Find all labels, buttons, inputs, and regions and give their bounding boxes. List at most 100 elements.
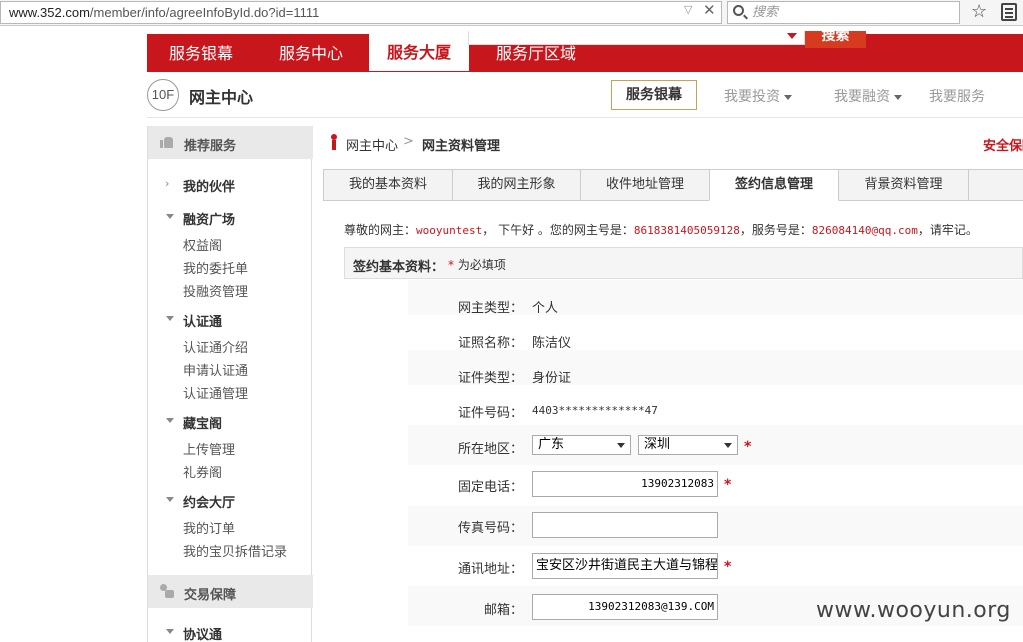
province-select[interactable]: 广东	[532, 435, 631, 455]
caret-down-icon	[166, 316, 174, 321]
watermark: www.wooyun.org	[816, 598, 1011, 623]
sidebar-link-my-orders-2[interactable]: 我的订单	[183, 518, 235, 537]
caret-down-icon	[166, 629, 174, 634]
sidebar-link-invest-manage[interactable]: 投融资管理	[183, 281, 248, 300]
tab-background[interactable]: 背景资料管理	[838, 169, 969, 201]
required-star: *	[448, 258, 454, 272]
required-star: *	[744, 439, 752, 455]
subnav-item-screen[interactable]: 服务银幕	[611, 80, 697, 110]
field-value-cert-no: 4403*************47	[532, 404, 658, 417]
tab-address[interactable]: 收件地址管理	[580, 169, 710, 201]
chevron-down-icon	[784, 94, 792, 100]
sidebar-link-cert-apply[interactable]: 申请认证通	[183, 360, 248, 379]
sidebar-link-loan-records[interactable]: 我的宝贝拆借记录	[183, 541, 287, 560]
required-star: *	[724, 559, 732, 575]
city-select[interactable]: 深圳	[638, 435, 738, 455]
thumbs-up-icon	[160, 136, 174, 148]
required-note-text: 为必填项	[457, 258, 506, 272]
greeting-prefix: 尊敬的网主：	[344, 223, 417, 237]
safety-link[interactable]: 安全保障	[983, 135, 1023, 154]
field-value-type: 个人	[532, 301, 559, 316]
section-title: 签约基本资料：	[353, 260, 445, 275]
url-host: www.352.com	[9, 5, 90, 20]
field-value-cert-type: 身份证	[532, 371, 572, 386]
greeting-suffix: ，请牢记。	[917, 223, 978, 237]
caret-down-icon	[166, 214, 174, 219]
required-star: *	[724, 477, 732, 493]
email-input[interactable]: 13902312083@139.COM	[532, 594, 718, 620]
province-value: 广东	[538, 437, 565, 452]
field-label-region: 所在地区：	[458, 442, 524, 457]
field-label-cert-type: 证件类型：	[458, 371, 524, 386]
top-nav: 服务银幕 服务中心 服务大厦 服务厅区域 搜索	[147, 31, 1023, 72]
member-number: 8618381405059128	[633, 224, 740, 237]
greeting-service-label: ，服务号是：	[739, 223, 812, 237]
tab-bar: 我的基本资料 我的网主形象 收件地址管理 签约信息管理 背景资料管理	[323, 169, 1023, 201]
chevron-down-icon	[724, 443, 732, 448]
sidebar-group-label: 我的伙伴	[183, 180, 236, 195]
topnav-item-center[interactable]: 服务中心	[279, 34, 343, 72]
sidebar-link-cert-intro[interactable]: 认证通介绍	[183, 337, 248, 356]
browser-toolbar: www.352.com/member/info/agreeInfoById.do…	[0, 0, 1023, 26]
sidebar-group-label: 协议通	[183, 628, 223, 642]
section-header: 签约基本资料： * 为必填项	[344, 247, 1023, 279]
sidebar-section-guarantee: 交易保障	[148, 575, 313, 608]
breadcrumb-current: 网主资料管理	[422, 139, 501, 154]
address-input[interactable]: 宝安区沙井街道民主大道与锦程路	[532, 553, 718, 579]
sidebar-link-upload[interactable]: 上传管理	[183, 439, 235, 458]
username: wooyuntest	[416, 224, 483, 237]
sidebar-section-recommended: 推荐服务	[148, 126, 313, 159]
sidebar-link-my-orders[interactable]: 我的委托单	[183, 258, 248, 277]
sidebar-section-label: 推荐服务	[184, 139, 237, 154]
tab-image[interactable]: 我的网主形象	[452, 169, 581, 201]
caret-down-icon	[166, 497, 174, 502]
tab-empty	[968, 169, 1023, 201]
tab-basic-info[interactable]: 我的基本资料	[323, 169, 453, 201]
field-value-cert-name: 陈洁仪	[532, 336, 572, 351]
browser-search-input[interactable]: 搜索	[727, 1, 960, 24]
chevron-down-icon	[617, 443, 625, 448]
chevron-down-icon	[894, 94, 902, 100]
field-label-cert-name: 证照名称：	[458, 336, 524, 351]
sidebar-link-cert-manage[interactable]: 认证通管理	[183, 383, 248, 402]
bookmark-star-icon[interactable]: ☆	[971, 1, 987, 22]
subnav-item-finance[interactable]: 我要融资	[834, 86, 902, 106]
chevron-down-icon	[787, 33, 797, 39]
page-title: 网主中心	[189, 88, 254, 107]
sidebar-link-equity[interactable]: 权益阁	[183, 235, 222, 254]
breadcrumb-root[interactable]: 网主中心	[346, 135, 398, 154]
topnav-item-building[interactable]: 服务大厦	[369, 31, 469, 71]
field-label-phone: 固定电话：	[458, 480, 524, 495]
topnav-item-screen[interactable]: 服务银幕	[169, 34, 233, 72]
field-label-email: 邮箱：	[484, 603, 524, 618]
reader-list-icon[interactable]	[1001, 3, 1017, 21]
field-label-cert-no: 证件号码：	[458, 406, 524, 421]
breadcrumb-separator: >	[403, 134, 414, 149]
fax-input[interactable]	[532, 512, 718, 538]
field-label-address: 通讯地址：	[458, 562, 524, 577]
search-dropdown-overlay[interactable]	[468, 31, 805, 45]
subnav-invest-label: 我要投资	[724, 89, 780, 105]
city-value: 深圳	[644, 437, 671, 452]
close-icon[interactable]: ✕	[703, 1, 716, 19]
divider	[147, 117, 1023, 118]
subnav-item-invest[interactable]: 我要投资	[724, 86, 792, 106]
chevron-right-icon: ›	[165, 177, 170, 190]
sidebar-link-coupons[interactable]: 礼券阁	[183, 462, 222, 481]
phone-input[interactable]: 13902312083	[532, 471, 718, 497]
subnav-finance-label: 我要融资	[834, 89, 890, 105]
sidebar: 推荐服务 › 我的伙伴 融资广场 权益阁 我的委托单 投融资管理 认证通 认证通…	[147, 126, 313, 642]
person-icon	[330, 134, 338, 150]
user-shield-icon	[160, 584, 174, 598]
tab-contract-info[interactable]: 签约信息管理	[709, 169, 839, 201]
service-number: 826084140@qq.com	[811, 224, 918, 237]
sidebar-group-label: 藏宝阁	[183, 417, 223, 432]
sidebar-group-label: 约会大厅	[183, 496, 236, 511]
address-bar[interactable]: www.352.com/member/info/agreeInfoById.do…	[0, 1, 722, 24]
sidebar-section-label: 交易保障	[184, 588, 237, 603]
url-dropdown-icon[interactable]: ▽	[684, 3, 692, 16]
search-button[interactable]: 搜索	[805, 31, 866, 48]
caret-down-icon	[166, 418, 174, 423]
subnav-item-service[interactable]: 我要服务	[929, 86, 985, 106]
field-label-fax: 传真号码：	[458, 521, 524, 536]
